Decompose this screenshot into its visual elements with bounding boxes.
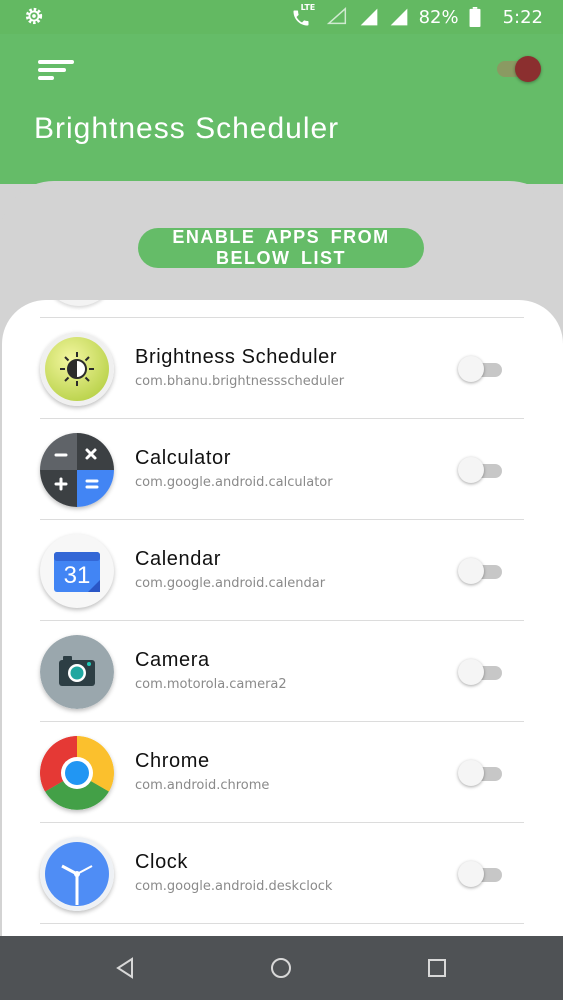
- clock-time: 5:22: [502, 6, 543, 28]
- app-package: com.google.android.calendar: [135, 576, 326, 591]
- signal-strength-2-icon: [390, 8, 407, 26]
- battery-percent: 82%: [418, 6, 459, 28]
- list-item[interactable]: Chrome com.android.chrome: [40, 721, 524, 822]
- call-lte-icon: LTE: [291, 3, 317, 29]
- partial-app-icon: [42, 300, 116, 306]
- brightness-scheduler-icon: [40, 332, 114, 406]
- master-toggle-thumb: [515, 56, 541, 82]
- app-toggle[interactable]: [458, 659, 504, 685]
- status-icons: LTE 82% 5:22: [291, 3, 543, 30]
- app-name: Chrome: [135, 750, 210, 772]
- list-item[interactable]: Calculator com.google.android.calculator: [40, 418, 524, 519]
- app-name: Calculator: [135, 447, 232, 469]
- signal-strength-icon: [360, 8, 377, 26]
- app-bar: [0, 34, 563, 184]
- list-item[interactable]: 31 Calendar com.google.android.calendar: [40, 519, 524, 620]
- settings-gear-icon: [25, 7, 43, 25]
- list-item[interactable]: Camera com.motorola.camera2: [40, 620, 524, 721]
- recents-icon[interactable]: [423, 954, 451, 982]
- app-package: com.google.android.calculator: [135, 475, 333, 490]
- menu-icon[interactable]: [38, 60, 76, 80]
- app-toggle[interactable]: [458, 457, 504, 483]
- app-toggle[interactable]: [458, 558, 504, 584]
- calendar-icon: 31: [40, 534, 114, 608]
- list-item[interactable]: Clock com.google.android.deskclock: [40, 822, 524, 923]
- navigation-bar: [0, 936, 563, 1000]
- battery-icon: [469, 7, 481, 27]
- list-item[interactable]: Brightness Scheduler com.bhanu.brightnes…: [40, 317, 524, 418]
- app-name: Calendar: [135, 548, 221, 570]
- master-toggle[interactable]: [497, 56, 541, 82]
- clock-icon: [40, 837, 114, 911]
- app-package: com.bhanu.brightnessscheduler: [135, 374, 345, 389]
- list-divider: [40, 923, 524, 924]
- camera-icon: [40, 635, 114, 709]
- app-toggle[interactable]: [458, 861, 504, 887]
- lte-signal-icon: [326, 5, 349, 29]
- calendar-day: 31: [63, 562, 91, 589]
- app-toggle[interactable]: [458, 760, 504, 786]
- app-package: com.google.android.deskclock: [135, 879, 333, 894]
- app-name: Clock: [135, 851, 189, 873]
- app-toggle[interactable]: [458, 356, 504, 382]
- app-package: com.motorola.camera2: [135, 677, 287, 692]
- page-title: Brightness Scheduler: [34, 112, 340, 145]
- home-icon[interactable]: [267, 954, 295, 982]
- app-list: Brightness Scheduler com.bhanu.brightnes…: [2, 300, 563, 940]
- app-name: Camera: [135, 649, 210, 671]
- app-package: com.android.chrome: [135, 778, 270, 793]
- calculator-icon: [40, 433, 114, 507]
- chrome-icon: [40, 736, 114, 810]
- back-icon[interactable]: [111, 954, 139, 982]
- status-bar: LTE 82% 5:22: [0, 0, 563, 34]
- lte-label: LTE: [300, 3, 316, 12]
- enable-apps-button[interactable]: ENABLE APPS FROM BELOW LIST: [138, 227, 424, 268]
- app-name: Brightness Scheduler: [135, 346, 338, 368]
